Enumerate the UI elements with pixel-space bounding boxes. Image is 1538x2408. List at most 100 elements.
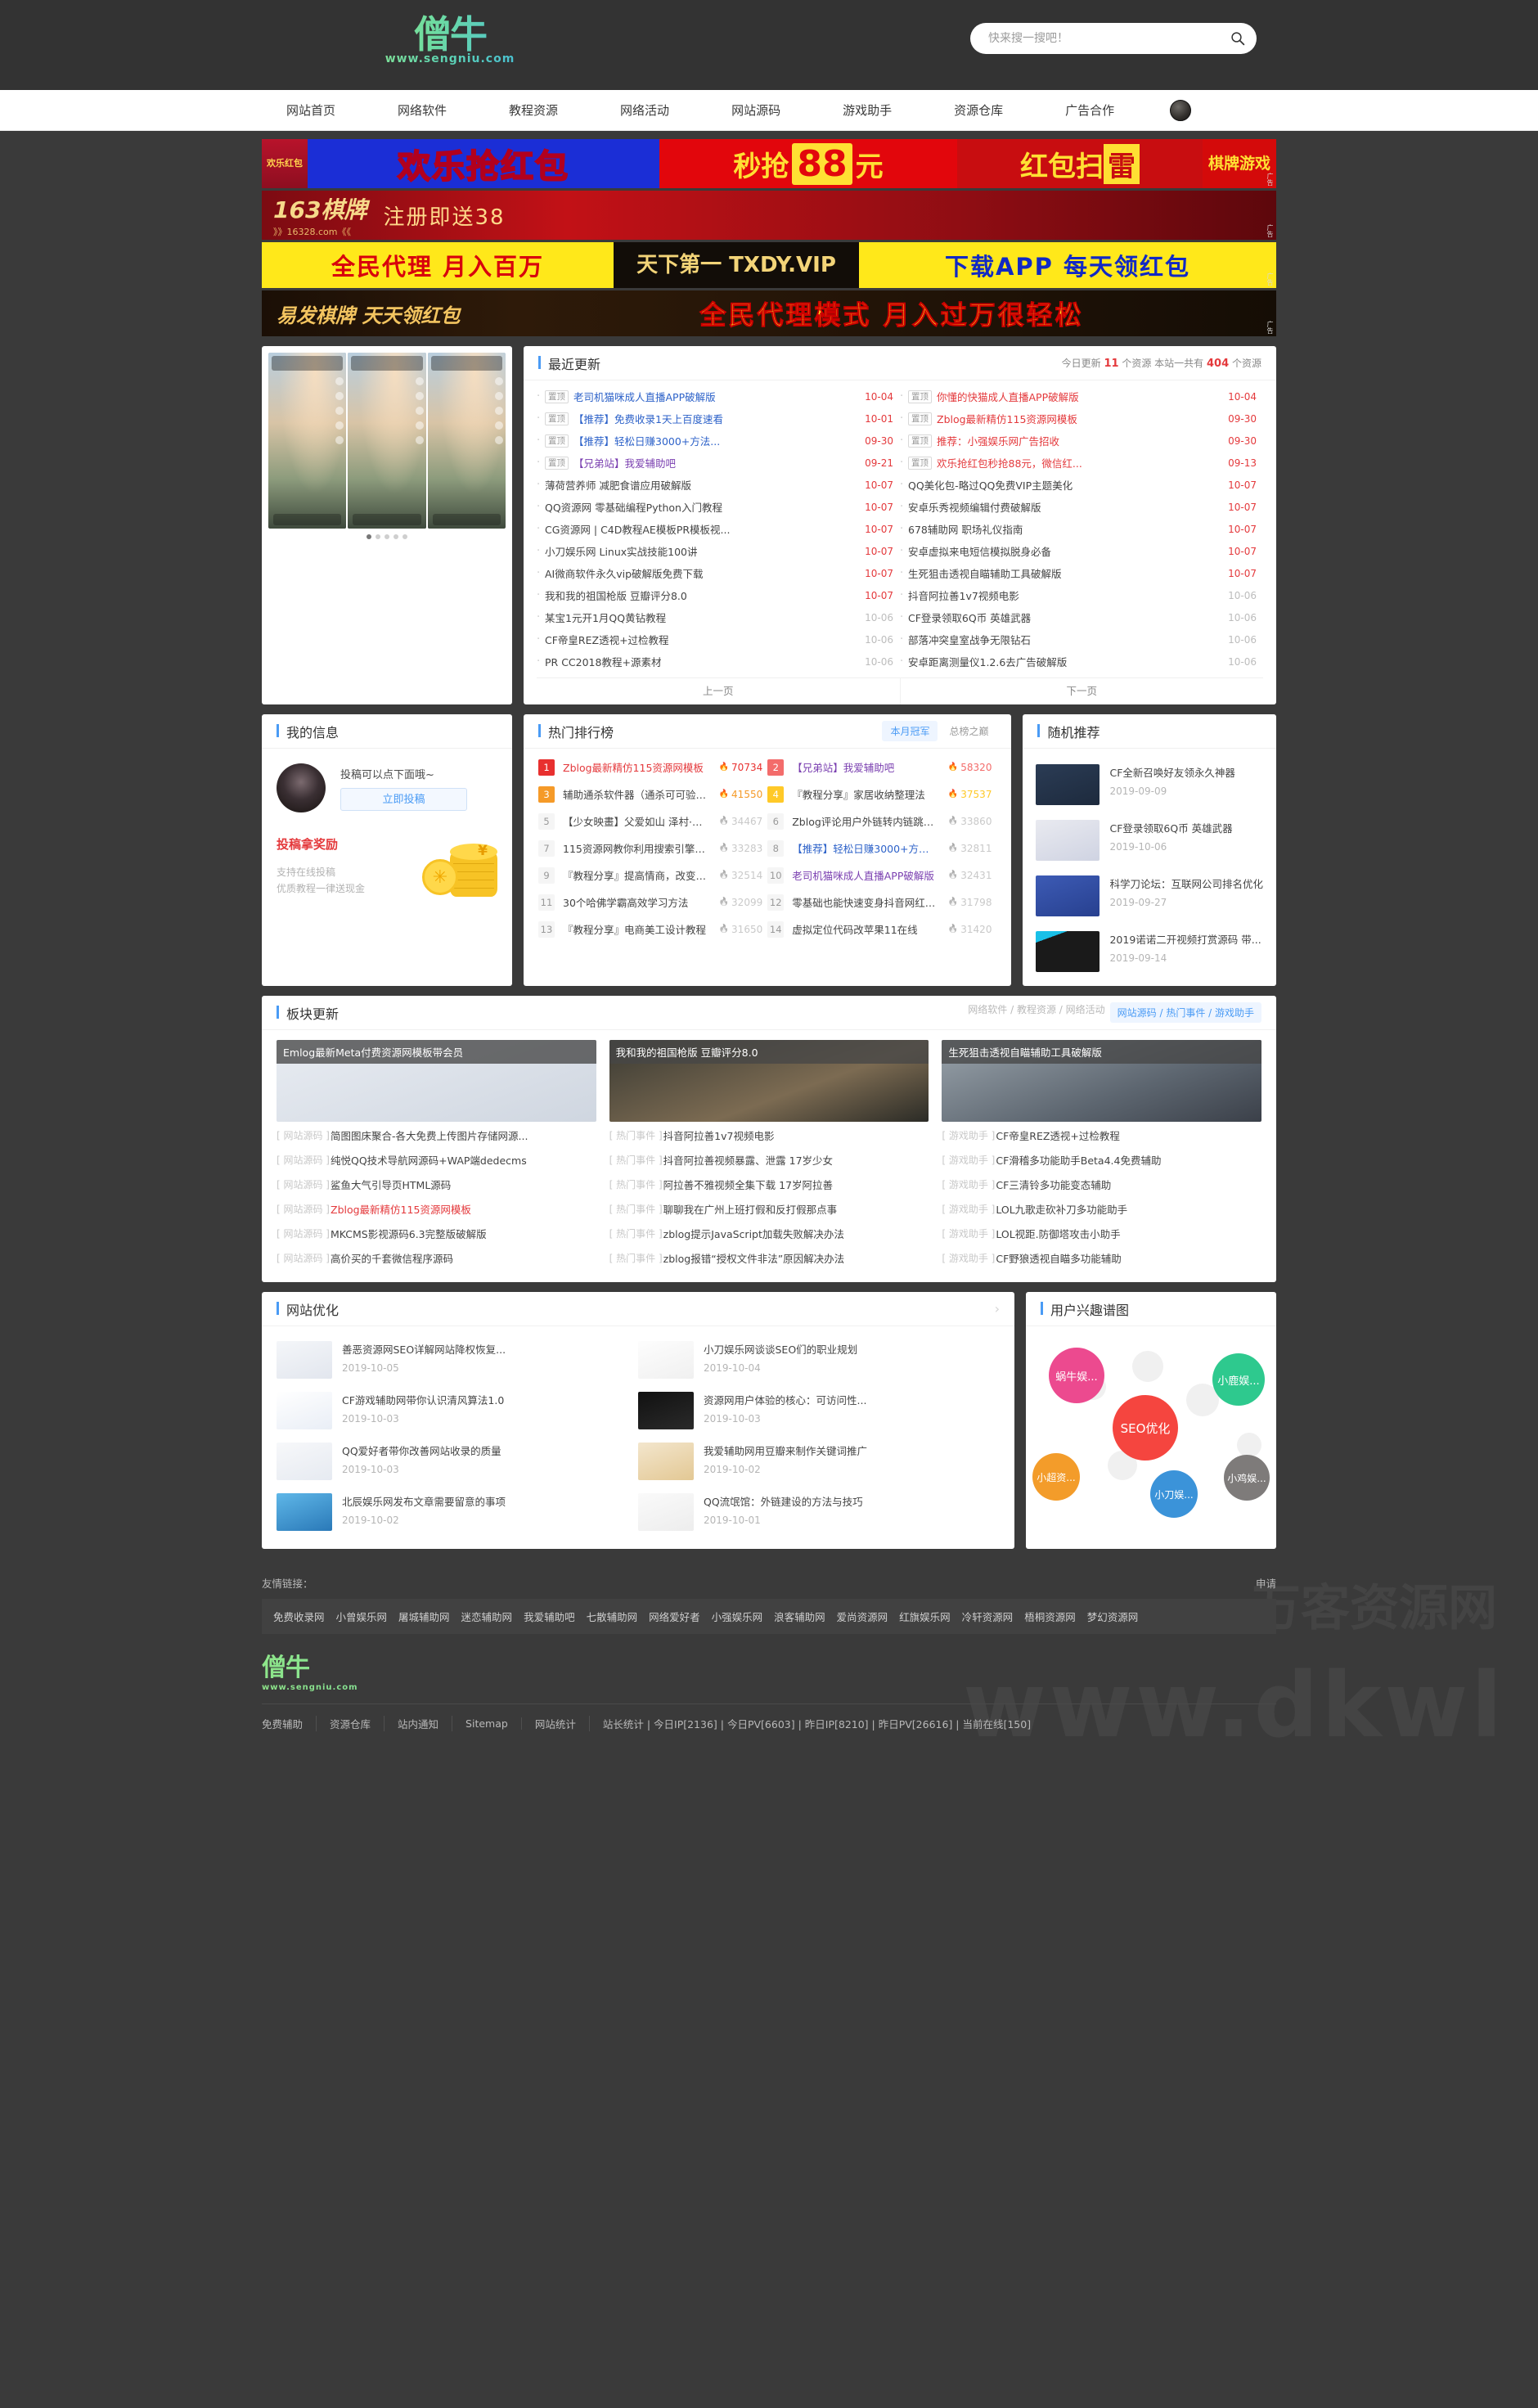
friend-link-12[interactable]: 梧桐资源网 (1024, 1609, 1076, 1624)
recent-item-title[interactable]: QQ美化包-略过QQ免费VIP主题美化 (908, 477, 1225, 493)
recent-item-title[interactable]: 抖音阿拉善1v7视频电影 (908, 587, 1225, 603)
ad-banner-4[interactable]: 易发棋牌 天天领红包 全民代理模式 月入过万很轻松 广告 (262, 290, 1276, 336)
seo-item[interactable]: QQ爱好者带你改善网站收录的质量 2019-10-03 (277, 1436, 638, 1487)
cloud-bubble-5[interactable]: 小鸡娱... (1224, 1455, 1270, 1501)
random-title[interactable]: CF登录领取6Q币 英雄武器 (1109, 820, 1263, 835)
section-item-title[interactable]: 高价买的千套微信程序源码 (331, 1250, 596, 1266)
friend-link-13[interactable]: 梦幻资源网 (1087, 1609, 1139, 1624)
recent-item-title[interactable]: 欢乐抢红包秒抢88元，微信红... (937, 455, 1225, 470)
friend-links-apply[interactable]: 申请 (1256, 1575, 1276, 1591)
slider-dot-4[interactable] (402, 534, 407, 539)
recent-item-title[interactable]: 我和我的祖国枪版 豆瓣评分8.0 (545, 587, 862, 603)
rank-title[interactable]: 『教程分享』电商美工设计教程 (563, 921, 713, 937)
cloud-bubble-3[interactable]: 小超资... (1032, 1453, 1080, 1501)
recent-item-title[interactable]: 部落冲突皇室战争无限钻石 (908, 632, 1225, 647)
random-title[interactable]: CF全新召唤好友领永久神器 (1109, 764, 1263, 780)
seo-item[interactable]: 北辰娱乐网发布文章需要留意的事项 2019-10-02 (277, 1487, 638, 1537)
rank-title[interactable]: 零基础也能快速变身抖音网红舞达人 (792, 894, 942, 910)
footer-link-0[interactable]: 免费辅助 (262, 1716, 317, 1731)
seo-item-title[interactable]: CF游戏辅助网带你认识清风算法1.0 (342, 1392, 630, 1407)
section-item-title[interactable]: 抖音阿拉善1v7视频电影 (663, 1127, 929, 1143)
random-title[interactable]: 科学刀论坛：互联网公司排名优化 (1109, 875, 1263, 891)
section-item-title[interactable]: 聊聊我在广州上班打假和反打假那点事 (663, 1201, 929, 1217)
nav-item-5[interactable]: 游戏助手 (812, 90, 923, 131)
rank-title[interactable]: 30个哈佛学霸高效学习方法 (563, 894, 713, 910)
friend-link-9[interactable]: 爱尚资源网 (837, 1609, 888, 1624)
seo-item-title[interactable]: 我爱辅助网用豆瓣来制作关键词推广 (704, 1443, 992, 1458)
chevron-right-icon[interactable]: › (995, 1301, 1000, 1317)
screenshot-2[interactable] (348, 353, 426, 529)
section-item-title[interactable]: Zblog最新精仿115资源网模板 (331, 1201, 596, 1217)
nav-item-0[interactable]: 网站首页 (262, 90, 367, 131)
recent-item-title[interactable]: 安卓距离测量仪1.2.6去广告破解版 (908, 654, 1225, 669)
recent-item-title[interactable]: 【推荐】免费收录1天上百度速看 (573, 411, 862, 426)
rank-title[interactable]: 『教程分享』家居收纳整理法 (792, 786, 942, 802)
random-item[interactable]: CF登录领取6Q币 英雄武器 2019-10-06 (1036, 812, 1263, 868)
random-item[interactable]: 2019诺诺二开视频打赏源码 带... 2019-09-14 (1036, 924, 1263, 979)
nav-item-2[interactable]: 教程资源 (478, 90, 589, 131)
submit-post-button[interactable]: 立即投稿 (340, 787, 467, 811)
screenshot-slider[interactable] (262, 346, 512, 704)
nav-avatar[interactable] (1170, 100, 1192, 121)
search-button[interactable] (1219, 23, 1257, 54)
seo-item-title[interactable]: QQ流氓馆：外链建设的方法与技巧 (704, 1493, 992, 1509)
section-item-title[interactable]: CF野狼透视自瞄多功能辅助 (996, 1250, 1261, 1266)
cloud-bubble-4[interactable]: 小刀娱... (1150, 1470, 1198, 1518)
friend-link-11[interactable]: 冷轩资源网 (962, 1609, 1014, 1624)
slider-dot-0[interactable] (367, 534, 371, 539)
screenshot-1[interactable] (268, 353, 347, 529)
nav-item-7[interactable]: 广告合作 (1034, 90, 1145, 131)
footer-link-1[interactable]: 资源仓库 (317, 1716, 385, 1731)
section-item-title[interactable]: zblog提示JavaScript加载失败解决办法 (663, 1226, 929, 1241)
seo-item[interactable]: 小刀娱乐网谈谈SEO们的职业规划 2019-10-04 (638, 1335, 1000, 1385)
recent-item-title[interactable]: AI微商软件永久vip破解版免费下载 (545, 565, 862, 581)
seo-item[interactable]: QQ流氓馆：外链建设的方法与技巧 2019-10-01 (638, 1487, 1000, 1537)
friend-link-3[interactable]: 迷恋辅助网 (461, 1609, 513, 1624)
friend-link-2[interactable]: 屠城辅助网 (398, 1609, 450, 1624)
recent-item-title[interactable]: 推荐：小强娱乐网广告招收 (937, 433, 1225, 448)
recent-item-title[interactable]: 【兄弟站】我爱辅助吧 (573, 455, 862, 470)
rank-title[interactable]: 虚拟定位代码改苹果11在线 (792, 921, 942, 937)
seo-item[interactable]: 资源网用户体验的核心：可访问性... 2019-10-03 (638, 1385, 1000, 1436)
rank-tab-1[interactable]: 总榜之巅 (941, 721, 996, 741)
slider-dots[interactable] (268, 529, 506, 539)
avatar[interactable] (277, 763, 326, 812)
search-box[interactable] (970, 23, 1257, 54)
ad-banner-1[interactable]: 欢乐红包 欢乐抢红包 秒抢 88 元 红包扫雷 棋牌游戏 广告 (262, 139, 1276, 188)
footer-link-2[interactable]: 站内通知 (384, 1716, 453, 1731)
recent-item-title[interactable]: CF帝皇REZ透视+过检教程 (545, 632, 862, 647)
footer-link-3[interactable]: Sitemap (452, 1717, 522, 1730)
rank-title[interactable]: 【推荐】轻松日赚3000+方法教学 (792, 840, 942, 856)
seo-item-title[interactable]: 北辰娱乐网发布文章需要留意的事项 (342, 1493, 630, 1509)
rank-title[interactable]: 老司机猫咪成人直播APP破解版 (792, 867, 942, 883)
friend-link-1[interactable]: 小曾娱乐网 (336, 1609, 388, 1624)
section-tab-active[interactable]: 网站源码 / 热门事件 / 游戏助手 (1109, 1002, 1261, 1023)
friend-link-10[interactable]: 红旗娱乐网 (899, 1609, 951, 1624)
slider-dot-3[interactable] (393, 534, 398, 539)
search-input[interactable] (970, 32, 1219, 45)
section-item-title[interactable]: LOL九歌走砍补刀多功能助手 (996, 1201, 1261, 1217)
recent-item-title[interactable]: CF登录领取6Q币 英雄武器 (908, 610, 1225, 625)
seo-item-title[interactable]: 资源网用户体验的核心：可访问性... (704, 1392, 992, 1407)
section-item-title[interactable]: 阿拉善不雅视频全集下载 17岁阿拉善 (663, 1177, 929, 1192)
rank-title[interactable]: 【少女映畫】父爱如山 泽村·斯潘塞... (563, 813, 713, 829)
section-item-title[interactable]: 简图图床聚合-各大免费上传图片存储网源... (331, 1127, 596, 1143)
seo-item-title[interactable]: 善恶资源网SEO详解网站降权恢复... (342, 1341, 630, 1357)
section-item-title[interactable]: 抖音阿拉善视频暴露、泄露 17岁少女 (663, 1152, 929, 1168)
friend-link-5[interactable]: 七散辅助网 (587, 1609, 638, 1624)
section-item-title[interactable]: CF帝皇REZ透视+过检教程 (996, 1127, 1261, 1143)
recent-item-title[interactable]: 小刀娱乐网 Linux实战技能100讲 (545, 543, 862, 559)
rank-title[interactable]: Zblog最新精仿115资源网模板 (563, 759, 713, 775)
section-item-title[interactable]: MKCMS影视源码6.3完整版破解版 (331, 1226, 596, 1241)
recent-item-title[interactable]: 某宝1元开1月QQ黄钻教程 (545, 610, 862, 625)
friend-link-8[interactable]: 浪客辅助网 (774, 1609, 825, 1624)
section-item-title[interactable]: zblog报错“授权文件非法”原因解决办法 (663, 1250, 929, 1266)
recent-item-title[interactable]: 老司机猫咪成人直播APP破解版 (573, 389, 862, 404)
footer-link-4[interactable]: 网站统计 (522, 1716, 590, 1731)
recent-item-title[interactable]: Zblog最新精仿115资源网模板 (937, 411, 1225, 426)
recent-item-title[interactable]: 【推荐】轻松日赚3000+方法... (573, 433, 862, 448)
friend-link-4[interactable]: 我爱辅助吧 (524, 1609, 575, 1624)
rank-title[interactable]: 辅助通杀软件器（通杀可可验证+E... (563, 786, 713, 802)
recent-item-title[interactable]: PR CC2018教程+源素材 (545, 654, 862, 669)
rank-title[interactable]: 【兄弟站】我爱辅助吧 (792, 759, 942, 775)
